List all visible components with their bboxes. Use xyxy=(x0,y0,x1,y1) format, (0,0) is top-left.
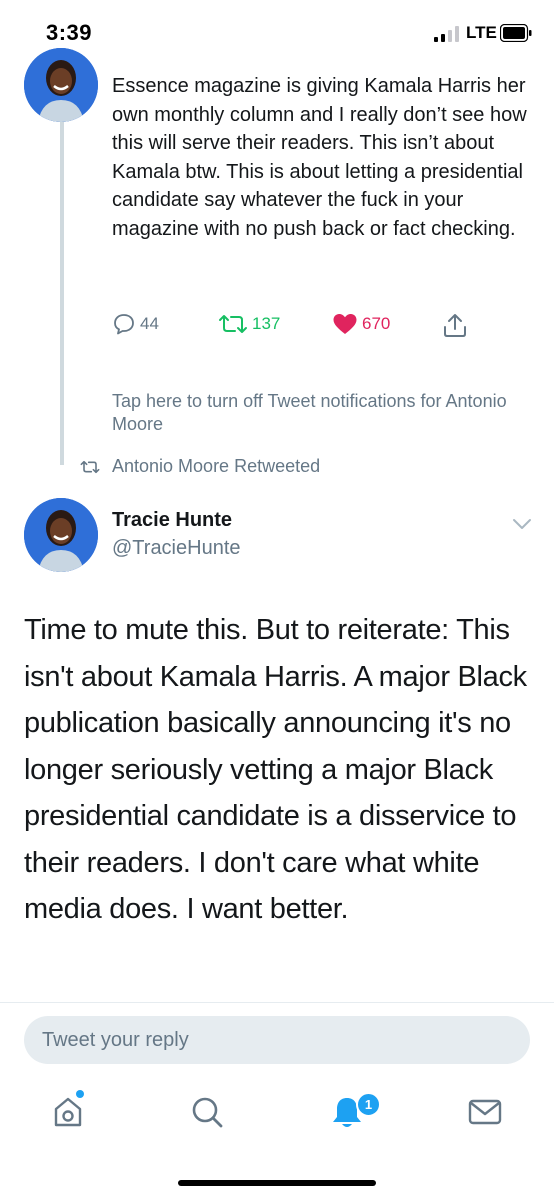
notifications-badge: 1 xyxy=(356,1092,381,1117)
main-tweet-text: Time to mute this. But to reiterate: Thi… xyxy=(24,614,527,925)
chevron-down-icon[interactable] xyxy=(511,516,533,532)
signal-strength-icon xyxy=(434,26,459,42)
author-name[interactable]: Tracie Hunte xyxy=(112,509,232,532)
share-button[interactable] xyxy=(442,312,472,338)
heart-icon xyxy=(333,314,357,334)
new-content-dot xyxy=(76,1090,84,1098)
retweeted-by-text[interactable]: Antonio Moore Retweeted xyxy=(112,456,320,477)
reply-placeholder: Tweet your reply xyxy=(42,1029,189,1051)
network-type: LTE xyxy=(466,23,497,42)
share-icon xyxy=(444,314,466,337)
retweet-count: 137 xyxy=(252,314,281,333)
reply-icon xyxy=(114,314,134,335)
battery-icon xyxy=(500,24,532,42)
search-icon[interactable] xyxy=(187,1092,227,1132)
status-time: 3:39 xyxy=(46,20,93,45)
home-icon[interactable] xyxy=(48,1092,88,1132)
notification-toggle-link[interactable]: Tap here to turn off Tweet notifications… xyxy=(112,390,532,436)
author-handle[interactable]: @TracieHunte xyxy=(112,537,241,560)
thread-connector xyxy=(60,120,64,465)
like-count: 670 xyxy=(362,314,391,333)
avatar[interactable] xyxy=(24,498,98,572)
retweet-icon xyxy=(80,460,100,473)
retweeted-by-label: Antonio Moore Retweeted xyxy=(80,456,320,477)
messages-icon[interactable] xyxy=(465,1092,505,1132)
home-indicator xyxy=(178,1180,376,1186)
divider xyxy=(0,1002,554,1003)
thread-tweet-text: Essence magazine is giving Kamala Harris… xyxy=(112,75,527,240)
like-button[interactable]: 670 xyxy=(332,312,390,336)
retweet-icon xyxy=(219,315,247,333)
reply-input[interactable]: Tweet your reply xyxy=(24,1016,530,1064)
avatar[interactable] xyxy=(24,48,98,122)
reply-button[interactable]: 44 xyxy=(112,312,159,336)
reply-count: 44 xyxy=(140,314,159,333)
profile-photo xyxy=(24,48,98,122)
profile-photo xyxy=(24,498,98,572)
tweet-actions: 44 137 670 xyxy=(112,312,532,340)
retweet-button[interactable]: 137 xyxy=(218,312,280,336)
